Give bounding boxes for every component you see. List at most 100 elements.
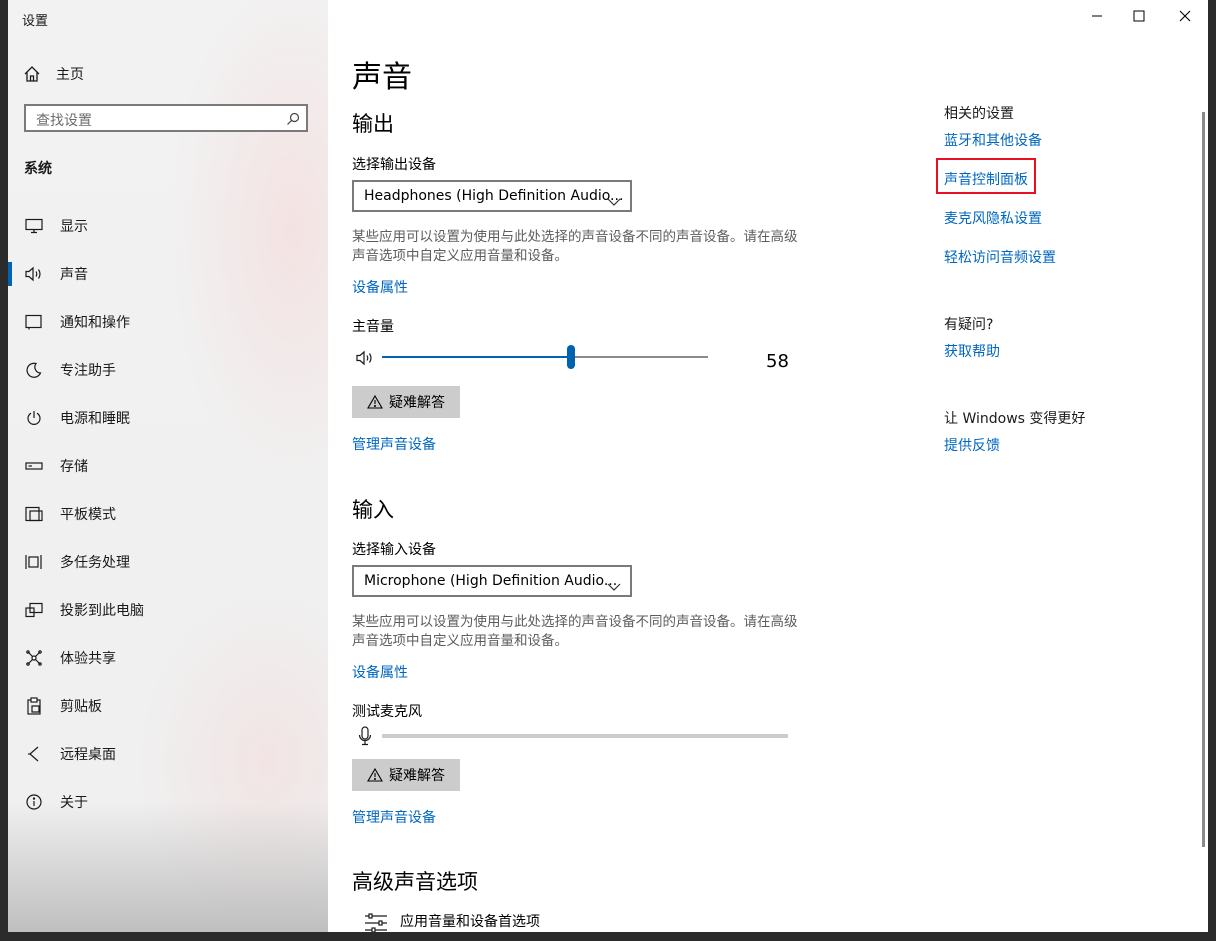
chevron-down-icon [607, 191, 621, 210]
storage-icon [24, 456, 44, 476]
close-icon [1179, 10, 1191, 22]
output-manage-devices-link[interactable]: 管理声音设备 [352, 434, 436, 454]
sidebar-item-about[interactable]: 关于 [8, 782, 328, 822]
bluetooth-devices-link[interactable]: 蓝牙和其他设备 [944, 130, 1042, 150]
sidebar-item-shared-experiences[interactable]: 体验共享 [8, 638, 328, 678]
output-description: 某些应用可以设置为使用与此处选择的声音设备不同的声音设备。请在高级声音选项中自定… [352, 229, 798, 264]
notification-icon [24, 312, 44, 332]
minimize-button[interactable] [1074, 0, 1120, 32]
sidebar-item-label: 远程桌面 [60, 747, 116, 763]
home-icon [22, 64, 42, 84]
sidebar-item-notifications[interactable]: 通知和操作 [8, 302, 328, 342]
sidebar-item-label: 存储 [60, 459, 88, 475]
close-button[interactable] [1162, 0, 1208, 32]
sidebar-item-clipboard[interactable]: 剪贴板 [8, 686, 328, 726]
sidebar-item-label: 电源和睡眠 [60, 411, 130, 427]
feedback-heading: 让 Windows 变得更好 [944, 411, 1086, 427]
troubleshoot-label: 疑难解答 [389, 395, 445, 411]
sidebar-item-label: 专注助手 [60, 363, 116, 379]
troubleshoot-label: 疑难解答 [389, 768, 445, 784]
advanced-heading: 高级声音选项 [352, 870, 478, 894]
test-microphone-label: 测试麦克风 [352, 704, 422, 720]
clipboard-icon [24, 696, 44, 716]
minimize-icon [1092, 15, 1102, 17]
home-nav-item[interactable]: 主页 [22, 62, 84, 86]
volume-slider-track[interactable] [382, 345, 708, 369]
sidebar-item-remote-desktop[interactable]: 远程桌面 [8, 734, 328, 774]
multitask-icon [24, 552, 44, 572]
output-heading: 输出 [352, 112, 394, 136]
settings-window: 设置 主页 查找设置 系统 显示 声音 通知和操作 专注助手 电源和睡眠 存储 … [8, 0, 1208, 932]
volume-speaker-icon[interactable] [356, 350, 374, 370]
output-device-properties-link[interactable]: 设备属性 [352, 277, 408, 297]
speaker-icon [24, 264, 44, 284]
give-feedback-link[interactable]: 提供反馈 [944, 435, 1000, 455]
tablet-icon [24, 504, 44, 524]
sidebar-item-label: 通知和操作 [60, 315, 130, 331]
warning-icon [367, 395, 383, 409]
volume-slider-thumb[interactable] [567, 345, 575, 369]
sidebar-item-tablet-mode[interactable]: 平板模式 [8, 494, 328, 534]
microphone-icon [358, 726, 372, 750]
microphone-privacy-link[interactable]: 麦克风隐私设置 [944, 208, 1042, 228]
sidebar-item-sound[interactable]: 声音 [8, 254, 328, 294]
related-settings-heading: 相关的设置 [944, 106, 1014, 122]
sidebar-item-display[interactable]: 显示 [8, 206, 328, 246]
power-icon [24, 408, 44, 428]
home-label: 主页 [56, 67, 84, 83]
sidebar-item-label: 平板模式 [60, 507, 116, 523]
ease-of-access-audio-link[interactable]: 轻松访问音频设置 [944, 247, 1056, 267]
volume-value: 58 [766, 351, 789, 372]
sidebar-item-storage[interactable]: 存储 [8, 446, 328, 486]
equalizer-icon [364, 912, 388, 932]
monitor-icon [24, 216, 44, 236]
maximize-button[interactable] [1116, 0, 1162, 32]
input-manage-devices-link[interactable]: 管理声音设备 [352, 807, 436, 827]
app-volume-device-preferences[interactable]: 应用音量和设备首选项 [400, 911, 540, 931]
input-description: 某些应用可以设置为使用与此处选择的声音设备不同的声音设备。请在高级声音选项中自定… [352, 614, 798, 649]
sidebar-item-label: 多任务处理 [60, 555, 130, 571]
output-troubleshoot-button[interactable]: 疑难解答 [352, 386, 460, 418]
master-volume-label: 主音量 [352, 319, 394, 335]
input-device-label: 选择输入设备 [352, 542, 436, 558]
sidebar-item-focus-assist[interactable]: 专注助手 [8, 350, 328, 390]
sidebar-item-label: 显示 [60, 219, 88, 235]
scrollbar[interactable] [1202, 112, 1205, 847]
page-title: 声音 [352, 60, 412, 95]
search-icon[interactable] [286, 111, 300, 130]
get-help-link[interactable]: 获取帮助 [944, 341, 1000, 361]
output-device-value: Headphones (High Definition Audio... [364, 188, 624, 204]
volume-slider-fill [382, 356, 571, 358]
input-device-value: Microphone (High Definition Audio... [364, 573, 618, 589]
sidebar-item-power[interactable]: 电源和睡眠 [8, 398, 328, 438]
input-troubleshoot-button[interactable]: 疑难解答 [352, 759, 460, 791]
sidebar-item-label: 体验共享 [60, 651, 116, 667]
mic-level-meter [382, 734, 788, 738]
output-device-label: 选择输出设备 [352, 157, 436, 173]
share-icon [24, 648, 44, 668]
sidebar-item-label: 剪贴板 [60, 699, 102, 715]
maximize-icon [1133, 10, 1145, 22]
input-device-dropdown[interactable]: Microphone (High Definition Audio... [352, 565, 632, 597]
warning-icon [367, 768, 383, 782]
sidebar-item-label: 声音 [60, 267, 88, 283]
selected-indicator [8, 262, 12, 286]
input-device-properties-link[interactable]: 设备属性 [352, 662, 408, 682]
input-heading: 输入 [352, 498, 394, 522]
info-icon [24, 792, 44, 812]
output-device-dropdown[interactable]: Headphones (High Definition Audio... [352, 180, 632, 212]
sound-control-panel-link[interactable]: 声音控制面板 [944, 169, 1028, 189]
app-title: 设置 [22, 14, 49, 29]
sidebar-item-projection[interactable]: 投影到此电脑 [8, 590, 328, 630]
projection-icon [24, 600, 44, 620]
sidebar-item-label: 投影到此电脑 [60, 603, 144, 619]
chevron-down-icon [607, 576, 621, 595]
moon-icon [24, 360, 44, 380]
remote-desktop-icon [24, 744, 44, 764]
sidebar-item-label: 关于 [60, 795, 88, 811]
search-input[interactable]: 查找设置 [24, 104, 308, 132]
search-placeholder: 查找设置 [36, 113, 92, 129]
help-heading: 有疑问? [944, 317, 994, 333]
sidebar: 设置 主页 查找设置 系统 显示 声音 通知和操作 专注助手 电源和睡眠 存储 … [8, 0, 328, 932]
sidebar-item-multitasking[interactable]: 多任务处理 [8, 542, 328, 582]
